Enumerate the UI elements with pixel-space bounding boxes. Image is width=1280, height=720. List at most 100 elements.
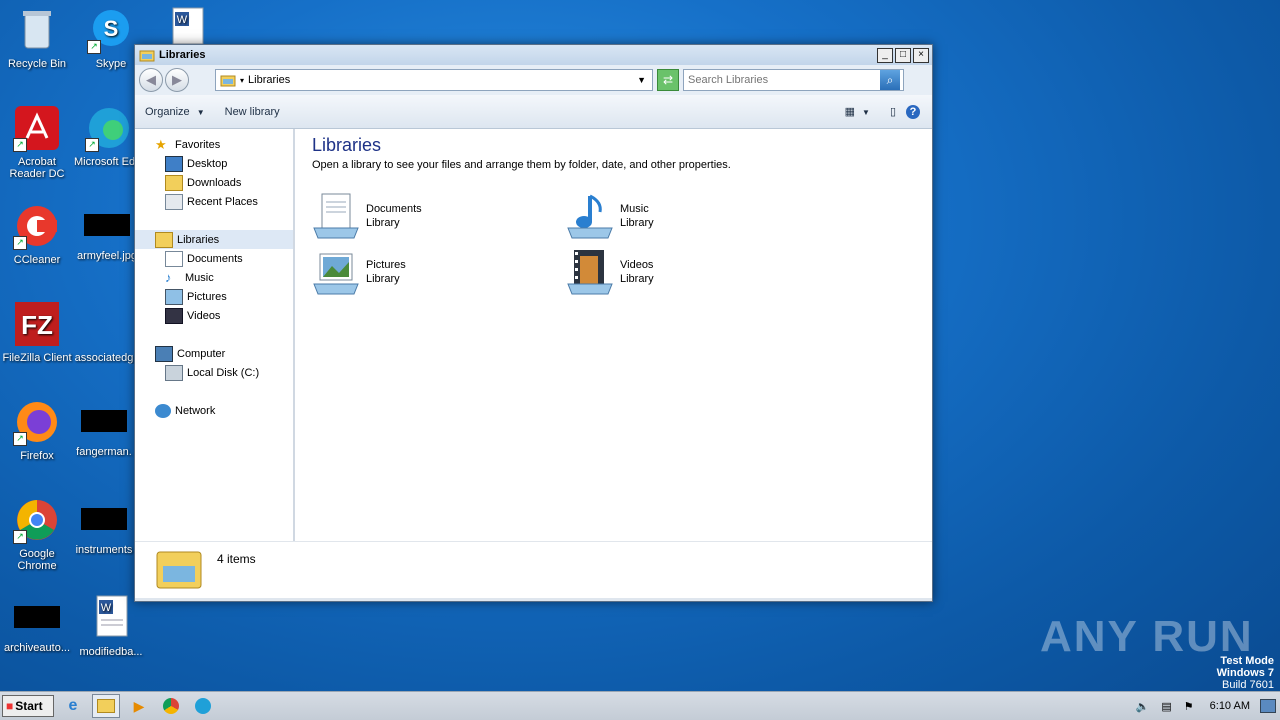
svg-text:S: S — [104, 16, 119, 41]
library-item-videos[interactable]: Videos Library — [566, 247, 796, 297]
title-bar[interactable]: Libraries _ □ × — [135, 45, 932, 65]
watermark-line: Build 7601 — [1222, 679, 1274, 691]
nav-item-recent-places[interactable]: Recent Places — [135, 192, 293, 211]
item-count: 4 items — [217, 552, 256, 566]
desktop-icon-label: CCleaner — [13, 254, 61, 266]
new-library-button[interactable]: New library — [215, 106, 290, 118]
maximize-button[interactable]: □ — [895, 48, 911, 63]
library-type: Library — [620, 217, 654, 229]
pictures-icon — [165, 288, 183, 305]
shortcut-arrow-icon: ↗ — [87, 40, 101, 54]
desktop-icon-label: modifiedba... — [79, 646, 143, 658]
desktop-icon-chrome[interactable]: ↗ Google Chrome — [0, 496, 74, 572]
forward-button[interactable]: ▶ — [165, 68, 189, 92]
network-status-icon[interactable]: ▤ — [1161, 700, 1171, 713]
address-bar[interactable]: ▾ Libraries ▼ — [215, 69, 653, 91]
nav-item-documents[interactable]: Documents — [135, 249, 293, 268]
close-button[interactable]: × — [913, 48, 929, 63]
desktop-icon-label: fangerman. — [76, 446, 132, 458]
nav-item-downloads[interactable]: Downloads — [135, 173, 293, 192]
show-desktop-button[interactable] — [1260, 699, 1276, 713]
desktop-icon-instruments[interactable]: instruments — [74, 496, 134, 556]
nav-item-local-disk[interactable]: Local Disk (C:) — [135, 363, 293, 382]
desktop-icon-label: FileZilla Client — [2, 352, 72, 364]
google-chrome-icon: ↗ — [13, 496, 61, 544]
desktop-icon — [165, 155, 183, 172]
desktop-icon-firefox[interactable]: ↗ Firefox — [0, 398, 74, 462]
nav-item-computer[interactable]: Computer — [135, 344, 293, 363]
word-document-icon: W — [87, 594, 135, 642]
action-center-flag-icon[interactable]: ⚑ — [1184, 700, 1194, 713]
nav-label: Local Disk (C:) — [187, 366, 260, 379]
desktop-icon-recycle-bin[interactable]: Recycle Bin — [0, 6, 74, 70]
desktop-icon-acrobat[interactable]: ↗ Acrobat Reader DC — [0, 104, 74, 180]
network-icon — [155, 403, 171, 418]
nav-label: Downloads — [187, 176, 242, 189]
firefox-icon: ↗ — [13, 398, 61, 446]
test-mode-watermark: Test Mode Windows 7 Build 7601 — [1217, 655, 1274, 691]
search-box[interactable]: ⌕ — [683, 69, 904, 91]
minimize-button[interactable]: _ — [877, 48, 893, 63]
library-name: Music — [620, 203, 649, 215]
nav-item-network[interactable]: Network — [135, 401, 293, 420]
svg-text:W: W — [101, 602, 112, 614]
system-tray: 🔈 ▤ ⚑ 6:10 AM — [1130, 692, 1280, 720]
desktop-icon-archiveauto[interactable]: archiveauto... — [0, 594, 74, 654]
nav-item-favorites[interactable]: ★ Favorites — [135, 135, 293, 154]
music-note-icon: ♪ — [165, 269, 172, 285]
clock[interactable]: 6:10 AM — [1210, 700, 1250, 712]
taskbar-internet-explorer[interactable]: e — [60, 695, 86, 717]
nav-item-music[interactable]: ♪ Music — [135, 268, 293, 287]
desktop-icon-label: Google Chrome — [17, 548, 57, 572]
skype-icon: S ↗ — [87, 6, 135, 54]
volume-icon[interactable]: 🔈 — [1136, 700, 1150, 713]
taskbar-media-player[interactable]: ▶ — [126, 695, 152, 717]
refresh-button[interactable]: ⇄ — [657, 69, 679, 91]
nav-item-desktop[interactable]: Desktop — [135, 154, 293, 173]
library-item-pictures[interactable]: Pictures Library — [312, 247, 542, 297]
change-view-button[interactable]: ▦ ▼ — [835, 105, 880, 118]
nav-item-pictures[interactable]: Pictures — [135, 287, 293, 306]
nav-label: Recent Places — [187, 195, 258, 208]
desktop-icon-fangerman[interactable]: fangerman. — [74, 398, 134, 458]
watermark-line: Test Mode — [1220, 655, 1274, 667]
taskbar-edge[interactable] — [190, 695, 216, 717]
address-dropdown-icon[interactable]: ▼ — [637, 75, 646, 85]
breadcrumb-arrow-icon[interactable]: ▾ — [240, 76, 244, 85]
desktop-icon-associatedg[interactable]: associatedg — [74, 300, 134, 364]
help-icon[interactable]: ? — [906, 104, 920, 119]
preview-pane-button[interactable]: ▯ — [880, 105, 906, 118]
library-type: Library — [366, 273, 400, 285]
taskbar-explorer[interactable] — [92, 694, 120, 718]
taskbar-chrome[interactable] — [158, 695, 184, 717]
desktop-icon-ccleaner[interactable]: ↗ CCleaner — [0, 202, 74, 266]
desktop-icon-filezilla[interactable]: FZ FileZilla Client — [0, 300, 74, 364]
recent-places-icon — [165, 193, 183, 210]
nav-label: Pictures — [187, 290, 227, 303]
desktop-icon-modifiedba[interactable]: W modifiedba... — [74, 594, 148, 658]
nav-label: Computer — [177, 347, 226, 360]
nav-item-videos[interactable]: Videos — [135, 306, 293, 325]
google-chrome-icon — [163, 698, 179, 714]
explorer-window: Libraries _ □ × ◀ ▶ ▾ Libraries ▼ ⇄ ⌕ Or… — [134, 44, 933, 602]
microsoft-edge-icon — [195, 698, 211, 714]
shortcut-arrow-icon: ↗ — [13, 530, 27, 544]
search-icon[interactable]: ⌕ — [880, 70, 900, 90]
computer-icon — [155, 345, 173, 362]
library-item-documents[interactable]: Documents Library — [312, 191, 542, 241]
command-bar: Organize ▼ New library ▦ ▼ ▯ ? — [135, 95, 932, 129]
nav-label: Videos — [187, 309, 221, 322]
desktop-icon-label: archiveauto... — [3, 642, 71, 654]
pictures-library-icon — [312, 248, 360, 296]
shortcut-arrow-icon: ↗ — [85, 138, 99, 152]
organize-button[interactable]: Organize ▼ — [135, 106, 215, 118]
start-button[interactable]: ■ Start — [2, 695, 54, 717]
nav-item-libraries[interactable]: Libraries — [135, 230, 293, 249]
svg-text:W: W — [177, 14, 188, 26]
back-button[interactable]: ◀ — [139, 68, 163, 92]
address-text: Libraries — [248, 74, 291, 86]
desktop-icon-armyfeel[interactable]: armyfeel.jpg — [74, 202, 140, 262]
search-input[interactable] — [684, 73, 880, 87]
desktop-icon-label: Firefox — [20, 450, 54, 462]
library-item-music[interactable]: Music Library — [566, 191, 796, 241]
